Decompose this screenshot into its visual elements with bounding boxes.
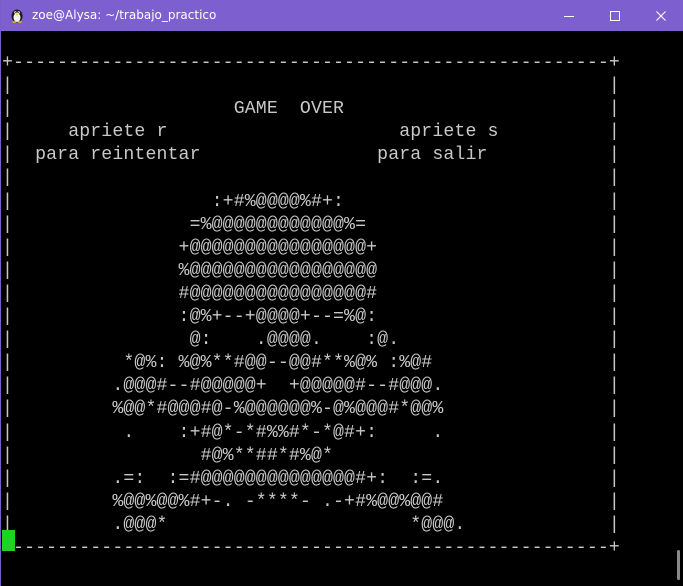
terminal-line: | %@@*#@@@#@-%@@@@@@%-@%@@@#*@@% | <box>2 399 620 420</box>
terminal-line: | . :+#@*-*#%%#*-*@#+: . | <box>2 422 620 443</box>
close-button[interactable] <box>638 0 683 31</box>
maximize-icon <box>609 10 621 22</box>
terminal-line: | para reintentar para salir | <box>2 145 620 166</box>
terminal-line: | =%@@@@@@@@@@@@%= | <box>2 214 620 235</box>
terminal-line: +---------------------------------------… <box>2 53 620 73</box>
terminal-line: | *@%: %@%**#@@--@@#**%@% :%@# | <box>2 353 620 374</box>
terminal-penguin-icon <box>9 7 25 23</box>
maximize-button[interactable] <box>592 0 638 31</box>
terminal-text: +---------------------------------------… <box>2 52 620 560</box>
terminal-line: | %@@%@@%#+-. -****- .-+#%@@%@@# | <box>2 491 620 512</box>
close-icon <box>655 10 667 22</box>
terminal-line: | +@@@@@@@@@@@@@@@@+ | <box>2 237 620 258</box>
scrollbar[interactable] <box>672 31 683 586</box>
terminal-line: | .@@@#--#@@@@@+ +@@@@@#--#@@@. | <box>2 376 620 397</box>
scrollbar-thumb[interactable] <box>677 550 680 580</box>
terminal-line: | .=: :=#@@@@@@@@@@@@@@#+: :=. | <box>2 468 620 489</box>
terminal-output[interactable]: +---------------------------------------… <box>1 31 672 586</box>
terminal-line: | GAME OVER | <box>2 99 620 120</box>
window-title: zoe@Alysa: ~/trabajo_practico <box>32 8 217 22</box>
minimize-icon <box>563 10 575 22</box>
terminal-line: | @: .@@@@. :@. | <box>2 330 620 351</box>
terminal-line: | :@%+--+@@@@+--=%@: | <box>2 307 620 328</box>
terminal-line: | .@@@* *@@@. | <box>2 514 620 535</box>
terminal-line: | %@@@@@@@@@@@@@@@@@ | <box>2 260 620 281</box>
terminal-line: | #@@@@@@@@@@@@@@@@# | <box>2 283 620 304</box>
minimize-button[interactable] <box>546 0 592 31</box>
terminal-window: zoe@Alysa: ~/trabajo_practico +---------… <box>0 0 683 586</box>
terminal-line: | | <box>2 76 620 97</box>
terminal-line: | apriete r apriete s | <box>2 122 620 143</box>
title-bar[interactable]: zoe@Alysa: ~/trabajo_practico <box>1 0 683 31</box>
terminal-line: | :+#%@@@@%#+: | <box>2 191 620 212</box>
terminal-line: | | <box>2 168 620 189</box>
terminal-line: | #@%**##*#%@* | <box>2 445 620 466</box>
terminal-cursor <box>2 530 15 551</box>
terminal-line: +---------------------------------------… <box>2 537 620 558</box>
